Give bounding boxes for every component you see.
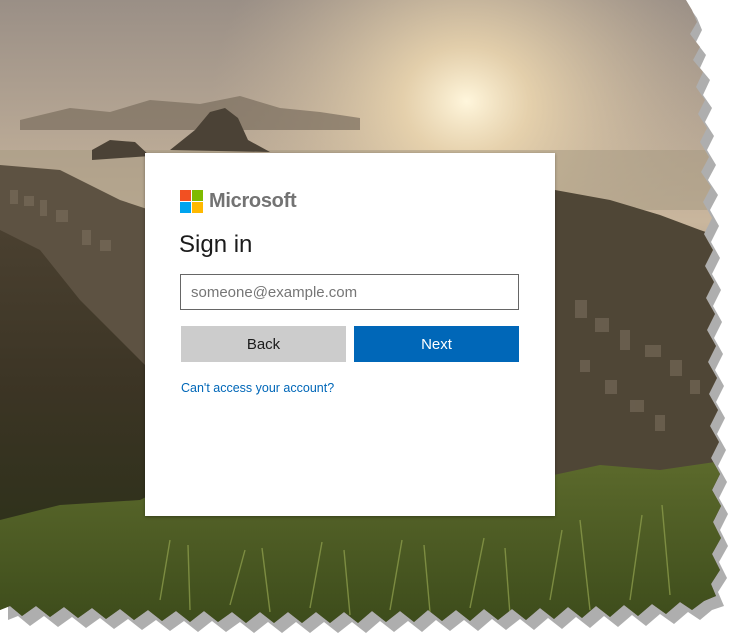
signin-card: Microsoft Sign in Back Next Can't access… xyxy=(145,153,555,516)
microsoft-logo-icon xyxy=(180,189,203,213)
logo-square-yellow xyxy=(192,201,203,213)
logo-square-green xyxy=(192,189,203,201)
cant-access-account-link[interactable]: Can't access your account? xyxy=(181,381,334,395)
logo-square-blue xyxy=(180,201,191,213)
back-button[interactable]: Back xyxy=(181,326,346,362)
next-button[interactable]: Next xyxy=(354,326,519,362)
page-title: Sign in xyxy=(179,231,253,258)
email-field[interactable] xyxy=(180,274,519,310)
brand-name: Microsoft xyxy=(209,189,297,212)
microsoft-brand: Microsoft xyxy=(180,189,297,213)
screenshot-frame: Microsoft Sign in Back Next Can't access… xyxy=(0,0,729,634)
logo-square-red xyxy=(180,189,191,201)
